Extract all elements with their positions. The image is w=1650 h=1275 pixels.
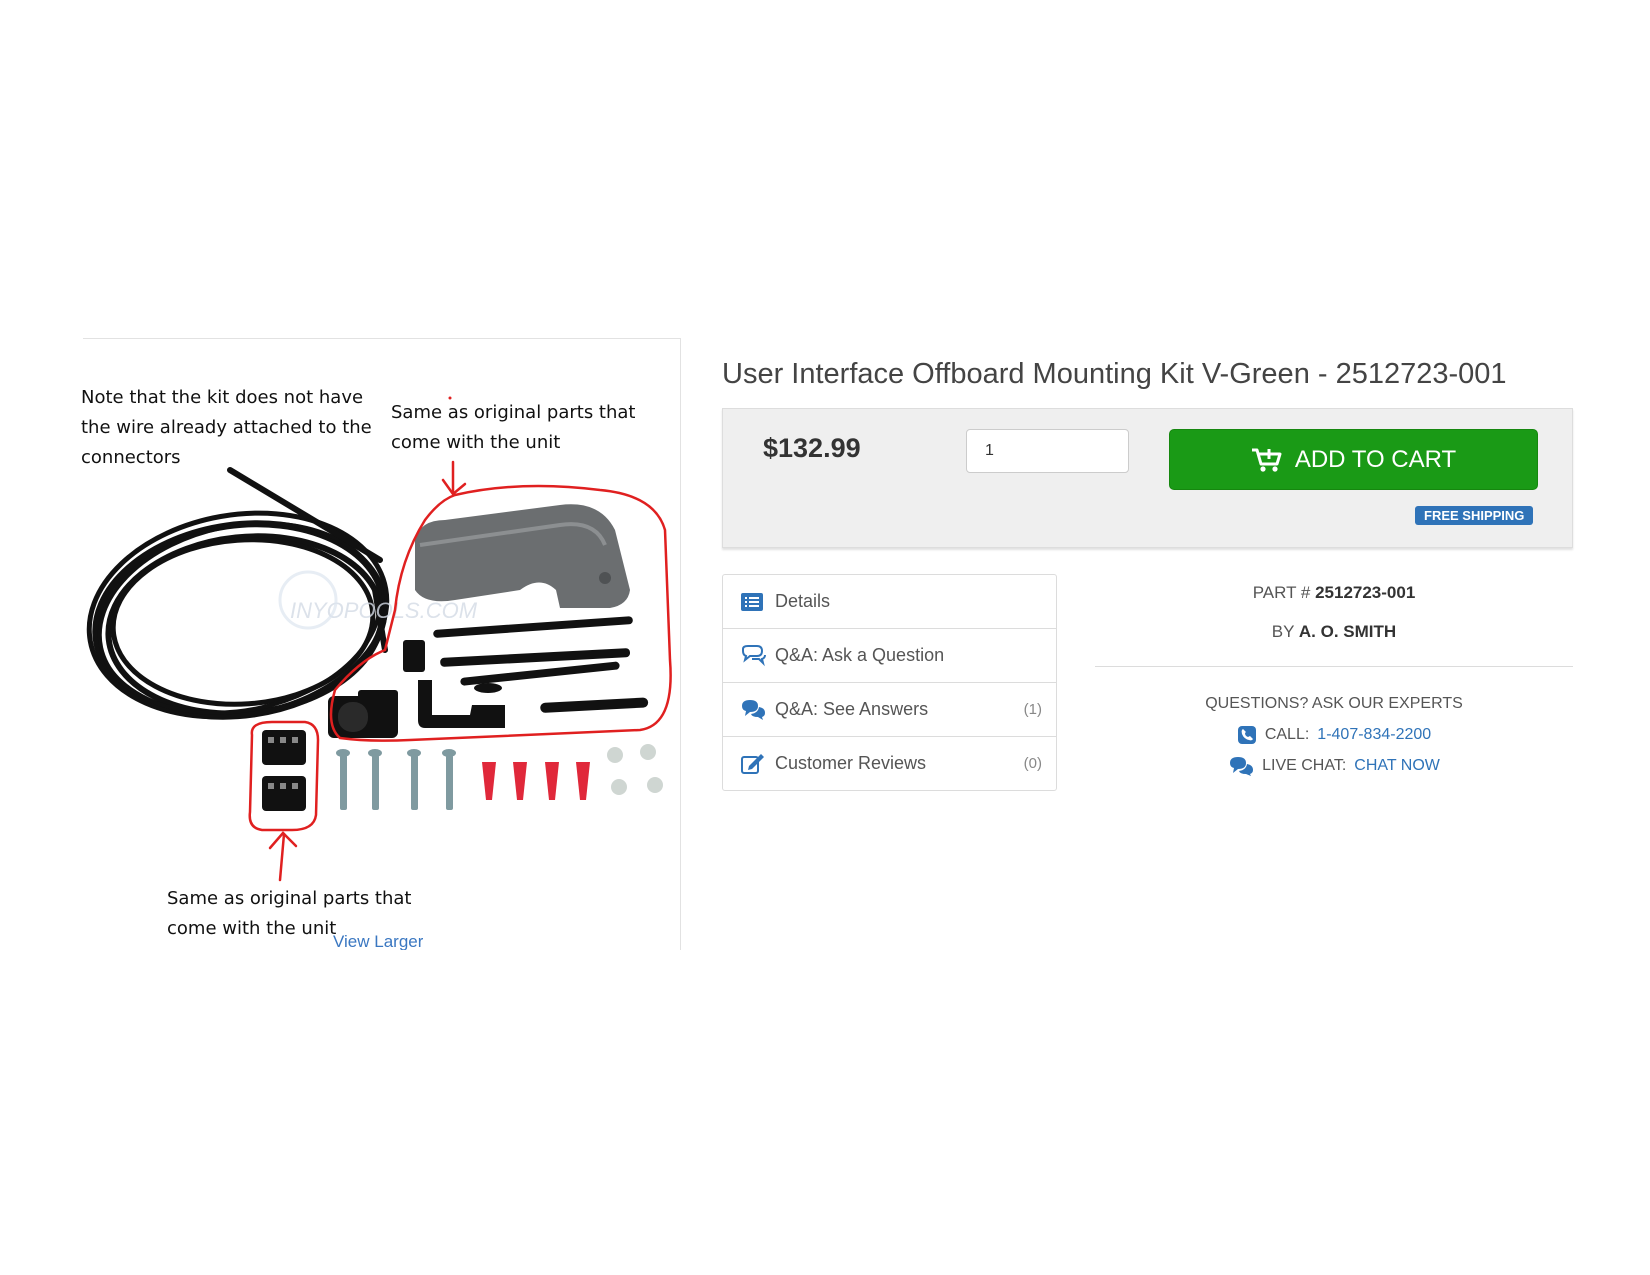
chat-now-link[interactable]: CHAT NOW <box>1354 750 1440 781</box>
tab-ask-question-label: Q&A: Ask a Question <box>775 645 945 665</box>
list-icon <box>740 591 766 613</box>
add-to-cart-label: ADD TO CART <box>1294 445 1457 473</box>
part-number-row: PART # 2512723-001 <box>1095 573 1573 612</box>
quantity-input[interactable] <box>966 429 1129 473</box>
experts-heading: QUESTIONS? ASK OUR EXPERTS <box>1205 695 1463 712</box>
brand-row: BY A. O. SMITH <box>1095 612 1573 651</box>
live-chat-icon <box>1230 756 1254 776</box>
phone-icon <box>1237 725 1256 744</box>
tab-details-label: Details <box>775 591 831 611</box>
product-title: User Interface Offboard Mounting Kit V-G… <box>722 358 1507 390</box>
price: $132.99 <box>763 433 861 463</box>
buy-box: $132.99 ADD TO CART FREE SHIPPING <box>722 408 1573 548</box>
divider <box>1095 666 1573 667</box>
annotation-same-parts-top: Same as original parts that come with th… <box>391 402 636 453</box>
part-number: 2512723-001 <box>1315 583 1416 602</box>
view-larger-link[interactable]: View Larger <box>333 930 423 950</box>
tab-customer-reviews[interactable]: Customer Reviews (0) <box>723 736 1056 790</box>
chat-label: LIVE CHAT: <box>1262 757 1347 774</box>
tab-see-answers-label: Q&A: See Answers <box>775 699 929 719</box>
answers-count: (1) <box>1023 701 1042 718</box>
edit-icon <box>740 753 766 775</box>
reviews-count: (0) <box>1023 755 1042 772</box>
experts-box: QUESTIONS? ASK OUR EXPERTS CALL: 1-407-8… <box>1095 688 1573 781</box>
cart-icon <box>1251 448 1282 472</box>
annotation-note-wire: Note that the kit does not have the wire… <box>81 387 372 468</box>
product-meta: PART # 2512723-001 BY A. O. SMITH <box>1095 573 1573 651</box>
product-tabs: Details Q&A: Ask a Question Q&A: See Ans… <box>722 574 1057 791</box>
part-label: PART # <box>1252 583 1311 602</box>
by-label: BY <box>1271 622 1295 641</box>
tab-see-answers[interactable]: Q&A: See Answers (1) <box>723 682 1056 736</box>
add-to-cart-button[interactable]: ADD TO CART <box>1169 429 1538 490</box>
tab-details[interactable]: Details <box>723 575 1056 628</box>
call-label: CALL: <box>1264 726 1310 743</box>
phone-link[interactable]: 1-407-834-2200 <box>1317 719 1431 750</box>
free-shipping-badge: FREE SHIPPING <box>1415 506 1534 525</box>
chat-bubble-icon <box>740 644 766 667</box>
brand-name[interactable]: A. O. SMITH <box>1299 622 1396 641</box>
call-row: CALL: 1-407-834-2200 <box>1095 719 1573 750</box>
chat-bubbles-icon <box>740 699 766 721</box>
tab-ask-question[interactable]: Q&A: Ask a Question <box>723 628 1056 682</box>
chat-row: LIVE CHAT: CHAT NOW <box>1095 750 1573 781</box>
tab-customer-reviews-label: Customer Reviews <box>775 753 927 773</box>
